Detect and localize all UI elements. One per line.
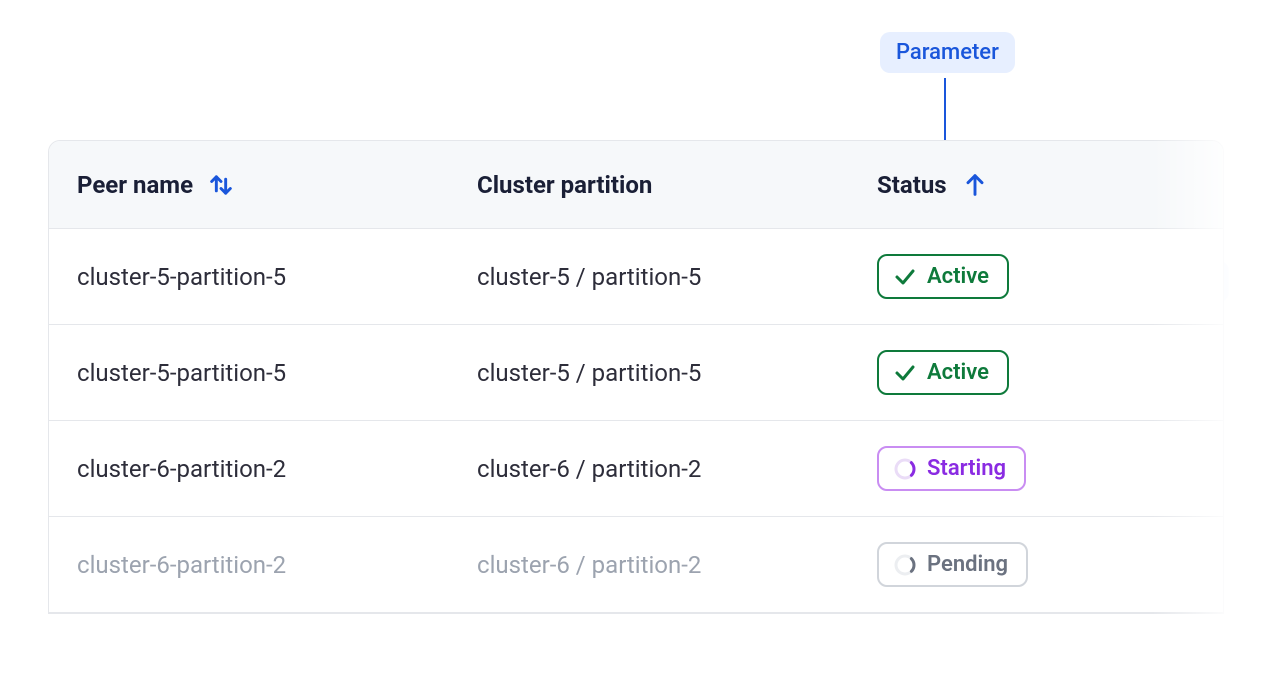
table-header-row: Peer name Cluster partition Status [49, 141, 1223, 229]
column-header-label: Peer name [77, 171, 193, 199]
peer-name-text: cluster-5-partition-5 [77, 263, 286, 291]
partition-text: cluster-5 / partition-5 [477, 263, 701, 291]
cell-status: Pending [877, 542, 1195, 587]
status-badge: Active [877, 254, 1009, 299]
sort-both-icon [207, 171, 235, 199]
table-row[interactable]: cluster-6-partition-2 cluster-6 / partiti… [49, 421, 1223, 517]
cell-status: Starting [877, 446, 1195, 491]
peer-name-text: cluster-6-partition-2 [77, 551, 286, 579]
sort-asc-icon [961, 171, 989, 199]
column-header-label: Status [877, 171, 947, 199]
partition-text: cluster-6 / partition-2 [477, 455, 701, 483]
status-label: Active [927, 360, 989, 385]
column-header-peer-name[interactable]: Peer name [77, 171, 477, 199]
callout-parameter: Parameter [880, 32, 1015, 73]
column-header-label: Cluster partition [477, 171, 652, 199]
spinner-icon [893, 457, 917, 481]
cell-peer-name: cluster-6-partition-2 [77, 551, 477, 579]
partition-text: cluster-6 / partition-2 [477, 551, 701, 579]
table-row[interactable]: cluster-5-partition-5 cluster-5 / partiti… [49, 229, 1223, 325]
peer-name-text: cluster-5-partition-5 [77, 359, 286, 387]
cell-cluster-partition: cluster-5 / partition-5 [477, 359, 877, 387]
status-label: Pending [927, 552, 1008, 577]
status-badge: Starting [877, 446, 1026, 491]
check-icon [893, 265, 917, 289]
partition-text: cluster-5 / partition-5 [477, 359, 701, 387]
column-header-cluster-partition[interactable]: Cluster partition [477, 171, 877, 199]
cell-status: Active [877, 350, 1195, 395]
cell-status: Active [877, 254, 1195, 299]
status-badge: Active [877, 350, 1009, 395]
table-row[interactable]: cluster-5-partition-5 cluster-5 / partiti… [49, 325, 1223, 421]
cell-cluster-partition: cluster-6 / partition-2 [477, 455, 877, 483]
cell-peer-name: cluster-5-partition-5 [77, 359, 477, 387]
table-row[interactable]: cluster-6-partition-2 cluster-6 / partiti… [49, 517, 1223, 613]
column-header-status[interactable]: Status [877, 171, 1195, 199]
check-icon [893, 361, 917, 385]
cell-cluster-partition: cluster-6 / partition-2 [477, 551, 877, 579]
cell-peer-name: cluster-5-partition-5 [77, 263, 477, 291]
peers-table: Peer name Cluster partition Status clust… [48, 140, 1224, 614]
cell-peer-name: cluster-6-partition-2 [77, 455, 477, 483]
status-badge: Pending [877, 542, 1028, 587]
status-label: Starting [927, 456, 1006, 481]
peer-name-text: cluster-6-partition-2 [77, 455, 286, 483]
cell-cluster-partition: cluster-5 / partition-5 [477, 263, 877, 291]
spinner-icon [893, 553, 917, 577]
status-label: Active [927, 264, 989, 289]
